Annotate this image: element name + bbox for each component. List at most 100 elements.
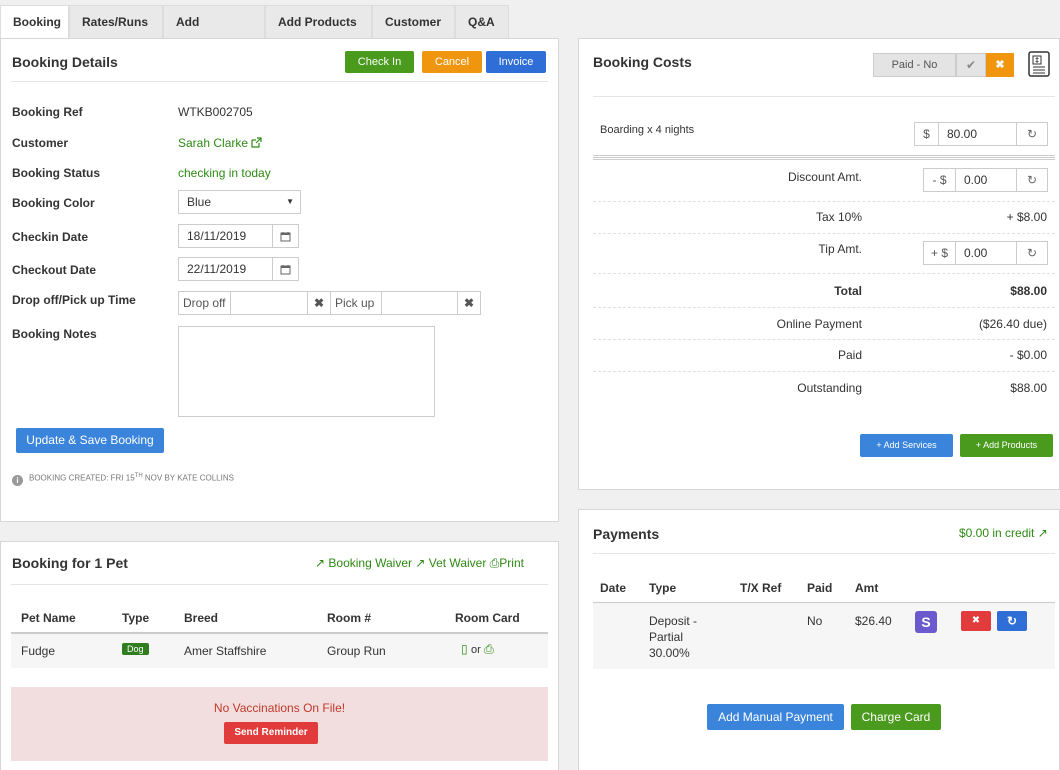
tip-prefix-addon: + $ [923, 241, 956, 265]
checkin-date-input[interactable]: 18/11/2019 [178, 224, 273, 248]
booking-ref-value: WTKB002705 [178, 105, 253, 119]
booking-notes-label: Booking Notes [12, 327, 97, 341]
booking-status-value: checking in today [178, 166, 271, 180]
external-link-icon[interactable]: ↗ [415, 556, 425, 570]
mark-paid-check-icon[interactable]: ✔ [956, 53, 986, 77]
dropoff-pickup-label: Drop off/Pick up Time [12, 293, 136, 307]
pdf-icon[interactable]: ▯ [461, 642, 468, 656]
customer-link[interactable]: Sarah Clarke [178, 136, 262, 150]
checkout-date-input[interactable]: 22/11/2019 [178, 257, 273, 281]
pickup-time-input[interactable] [381, 291, 458, 315]
invoice-button[interactable]: Invoice [486, 51, 546, 73]
booking-created-prefix: BOOKING CREATED: FRI 15 [29, 473, 135, 483]
print-icon[interactable]: ⎙ [490, 556, 500, 570]
booking-costs-title: Booking Costs [593, 54, 692, 70]
payment-paid: No [807, 614, 823, 628]
tax-value: + $8.00 [1006, 210, 1047, 224]
calendar-icon[interactable] [272, 224, 299, 248]
tab-customer[interactable]: Customer [372, 5, 455, 38]
payment-amt: $26.40 [855, 614, 892, 628]
refund-payment-icon[interactable]: ↻ [997, 611, 1027, 631]
tab-qa[interactable]: Q&A [455, 5, 509, 38]
add-products-button[interactable]: + Add Products [960, 434, 1053, 457]
check-in-button[interactable]: Check In [345, 51, 414, 73]
print-icon[interactable]: ⎙ [484, 642, 494, 656]
col-tx-ref: T/X Ref [740, 581, 782, 595]
update-save-booking-button[interactable]: Update & Save Booking [16, 428, 164, 453]
booking-created-note: i BOOKING CREATED: FRI 15TH NOV BY KATE C… [12, 473, 234, 486]
paid-label: Paid [837, 348, 862, 362]
clear-dropoff-icon[interactable]: ✖ [307, 291, 331, 315]
charge-card-button[interactable]: Charge Card [851, 704, 941, 730]
divider [593, 371, 1055, 372]
external-link-icon[interactable]: ↗ [315, 556, 325, 570]
payment-type-line2: Partial [649, 630, 684, 644]
booking-color-select[interactable]: Blue ▼ [178, 190, 301, 214]
dropoff-time-input[interactable] [230, 291, 308, 315]
waiver-links: ↗ Booking Waiver ↗ Vet Waiver ⎙Print [315, 556, 524, 571]
vet-waiver-link[interactable]: Vet Waiver [429, 556, 487, 570]
refresh-icon[interactable]: ↻ [1016, 168, 1048, 192]
tab-add-services[interactable]: Add Services [163, 5, 265, 61]
booking-costs-panel: Booking Costs Paid - No ✔ ✖ Boarding x 4… [578, 38, 1060, 490]
booking-status-label: Booking Status [12, 166, 101, 180]
room-card-or: or [470, 644, 481, 656]
customer-name[interactable]: Sarah Clarke [178, 136, 248, 150]
customer-label: Customer [12, 136, 69, 150]
double-divider [593, 155, 1055, 160]
delete-payment-icon[interactable]: ✖ [961, 611, 991, 631]
calendar-icon[interactable] [272, 257, 299, 281]
divider [593, 307, 1055, 308]
mark-unpaid-x-icon[interactable]: ✖ [986, 53, 1014, 77]
dropoff-addon: Drop off [178, 291, 231, 315]
credit-link[interactable]: $0.00 in credit ↗ [959, 526, 1048, 540]
no-vaccinations-text: No Vaccinations On File! [213, 701, 346, 715]
col-breed: Breed [184, 611, 219, 625]
payments-panel: Payments $0.00 in credit ↗ Date Type T/X… [578, 509, 1060, 770]
tip-amount-input[interactable]: 0.00 [955, 241, 1017, 265]
cancel-button[interactable]: Cancel [422, 51, 482, 73]
col-type: Type [649, 581, 677, 595]
booking-created-suffix: NOV BY KATE COLLINS [142, 473, 234, 483]
invoice-document-icon[interactable] [1028, 51, 1050, 80]
discount-amount-input[interactable]: 0.00 [955, 168, 1017, 192]
tab-bar: Booking Rates/Runs Add Services Add Prod… [0, 0, 1060, 61]
pickup-addon: Pick up [330, 291, 382, 315]
outstanding-label: Outstanding [797, 381, 862, 395]
print-link[interactable]: Print [499, 556, 524, 570]
external-link-icon[interactable] [251, 137, 262, 148]
tip-label: Tip Amt. [818, 242, 862, 256]
refresh-icon[interactable]: ↻ [1016, 241, 1048, 265]
tab-add-products[interactable]: Add Products [265, 5, 372, 38]
divider [593, 233, 1055, 234]
send-reminder-button[interactable]: Send Reminder [224, 722, 318, 744]
add-services-button[interactable]: + Add Services [860, 434, 953, 457]
divider [593, 339, 1055, 340]
col-room: Room # [327, 611, 372, 625]
payment-type: Deposit - Partial 30.00% [649, 613, 697, 661]
payment-type-line1: Deposit - [649, 614, 698, 628]
clear-pickup-icon[interactable]: ✖ [457, 291, 481, 315]
external-link-icon[interactable]: ↗ [1038, 526, 1048, 540]
booking-details-panel: Booking Details Check In Cancel Invoice … [0, 38, 559, 522]
room-card-actions: ▯ or ⎙ [461, 642, 494, 657]
tab-booking[interactable]: Booking [0, 5, 69, 38]
total-label: Total [834, 284, 862, 298]
stripe-icon[interactable]: S [915, 611, 937, 633]
credit-amount[interactable]: $0.00 in credit [959, 526, 1034, 540]
booking-waiver-link[interactable]: Booking Waiver [328, 556, 412, 570]
booking-color-value: Blue [187, 195, 212, 209]
divider [593, 201, 1055, 202]
booking-ref-label: Booking Ref [12, 105, 83, 119]
boarding-amount-input[interactable]: 80.00 [938, 122, 1017, 146]
booking-created-sup: TH [134, 473, 143, 479]
discount-label: Discount Amt. [787, 170, 862, 184]
tab-rates-runs[interactable]: Rates/Runs [69, 5, 163, 38]
pet-name: Fudge [21, 644, 56, 658]
add-manual-payment-button[interactable]: Add Manual Payment [707, 704, 844, 730]
dropdown-caret-icon: ▼ [286, 197, 294, 206]
booking-notes-textarea[interactable] [178, 326, 435, 417]
refresh-icon[interactable]: ↻ [1016, 122, 1048, 146]
divider [593, 553, 1055, 554]
boarding-label: Boarding x 4 nights [600, 124, 695, 136]
